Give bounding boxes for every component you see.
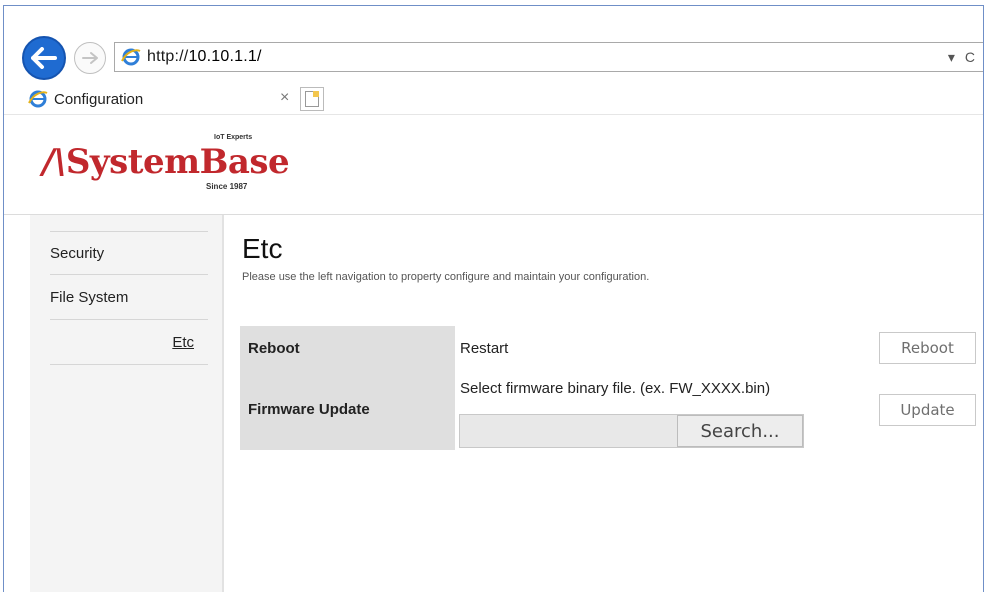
tab-title: Configuration [54,90,144,108]
back-button[interactable] [22,36,66,80]
arrow-left-icon [31,47,57,69]
logo-slash: /\ [42,142,66,182]
refresh-icon[interactable]: C [965,49,975,65]
firmware-instruction: Select firmware binary file. (ex. FW_XXX… [460,380,771,397]
sidebar-item-label: File System [50,289,129,306]
logo-wordmark: /\SystemBase [42,142,290,182]
arrow-right-icon [82,52,98,64]
close-icon[interactable]: × [280,89,289,107]
forward-button[interactable] [74,42,106,74]
config-label-column: Reboot Firmware Update [240,326,455,450]
browser-window: http://10.10.1.1/ ▾ C Configuration × Io… [3,5,984,592]
url-prefix: http:// [147,48,189,65]
search-file-button[interactable]: Search... [677,415,803,447]
ie-logo-icon [121,48,141,66]
page-title: Etc [242,233,283,264]
page-description: Please use the left navigation to proper… [242,271,650,283]
firmware-file-picker: Search... [459,414,804,448]
reboot-button[interactable]: Reboot [879,332,976,364]
logo-tagline: IoT Experts [214,134,253,141]
ie-tab-icon [28,90,48,108]
sidebar-item-security[interactable]: Security [50,231,208,275]
reboot-value: Restart [460,340,509,357]
logo-name: SystemBase [65,142,290,182]
new-tab-icon [305,91,319,107]
browser-chrome: http://10.10.1.1/ ▾ C Configuration × [4,6,983,116]
reboot-label: Reboot [248,340,300,357]
logo-since: Since 1987 [206,182,248,191]
sidebar-nav: Security File System Etc [30,215,222,592]
address-controls: ▾ C [948,49,975,66]
tab-configuration[interactable]: Configuration × [22,84,302,114]
tabstrip-divider [4,114,983,115]
sidebar-item-label: Security [50,244,105,262]
url-text[interactable]: http://10.10.1.1/ [147,48,262,66]
firmware-update-label: Firmware Update [248,401,370,418]
new-tab-button[interactable] [300,87,324,111]
update-button[interactable]: Update [879,394,976,426]
firmware-file-input[interactable] [460,415,677,447]
address-bar[interactable]: http://10.10.1.1/ ▾ C [114,42,983,72]
address-dropdown-icon[interactable]: ▾ [948,49,955,66]
systembase-logo: IoT Experts /\SystemBase Since 1987 [42,132,290,194]
sidebar-item-etc[interactable]: Etc [50,321,208,365]
sidebar-item-file-system[interactable]: File System [50,276,208,320]
url-host: 10.10.1.1/ [188,48,262,65]
sidebar-item-label: Etc [172,334,194,351]
sidebar-divider [222,215,224,592]
